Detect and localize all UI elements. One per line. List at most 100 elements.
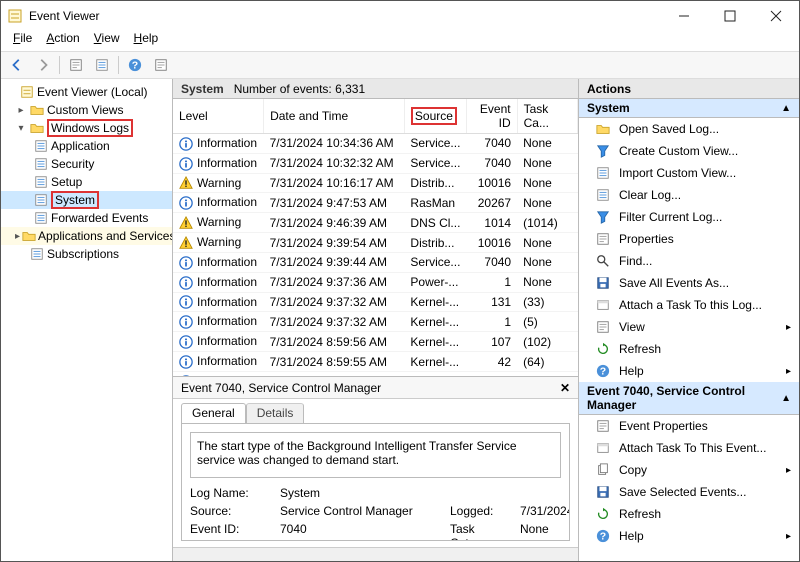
maximize-button[interactable] — [707, 1, 753, 31]
tree-custom-views[interactable]: ▸Custom Views — [1, 101, 172, 119]
action-open[interactable]: Open Saved Log... — [579, 118, 799, 140]
close-button[interactable] — [753, 1, 799, 31]
action-label: Open Saved Log... — [619, 122, 719, 136]
action-task[interactable]: Attach Task To This Event... — [579, 437, 799, 459]
table-row[interactable]: Information7/31/2024 8:59:55 AMKernel-..… — [173, 352, 578, 372]
action-clear[interactable]: Clear Log... — [579, 184, 799, 206]
content-area: Event Viewer (Local) ▸Custom Views ▾Wind… — [1, 79, 799, 561]
info-icon — [179, 256, 193, 270]
tree-forwarded[interactable]: Forwarded Events — [1, 209, 172, 227]
event-viewer-window: Event Viewer File Action View Help Event… — [0, 0, 800, 562]
open-icon — [595, 121, 611, 137]
actions-header: Actions — [579, 79, 799, 99]
middle-pane: System Number of events: 6,331 Level Dat… — [173, 79, 579, 561]
menu-file[interactable]: File — [7, 31, 38, 51]
nav-forward-icon[interactable] — [33, 55, 53, 75]
action-import[interactable]: Import Custom View... — [579, 162, 799, 184]
tree-apps-services[interactable]: ▸Applications and Services Logs — [1, 227, 172, 245]
eventid-value: 7040 — [280, 522, 450, 541]
table-row[interactable]: Information7/31/2024 10:32:32 AMService.… — [173, 153, 578, 173]
table-row[interactable]: Warning7/31/2024 9:46:39 AMDNS Cl...1014… — [173, 213, 578, 233]
action-props[interactable]: Event Properties — [579, 415, 799, 437]
table-row[interactable]: Information7/31/2024 9:39:44 AMService..… — [173, 252, 578, 272]
action-filter[interactable]: Filter Current Log... — [579, 206, 799, 228]
action-help[interactable]: Help▸ — [579, 360, 799, 382]
info-icon — [179, 196, 193, 210]
action-help[interactable]: Help▸ — [579, 525, 799, 547]
table-row[interactable]: Information7/31/2024 9:37:32 AMKernel-..… — [173, 292, 578, 312]
action-find[interactable]: Find... — [579, 250, 799, 272]
action-create[interactable]: Create Custom View... — [579, 140, 799, 162]
action-label: Help — [619, 364, 644, 378]
logname-label: Log Name: — [190, 486, 280, 500]
action-refresh[interactable]: Refresh — [579, 338, 799, 360]
save-icon — [595, 275, 611, 291]
menu-action[interactable]: Action — [40, 31, 85, 51]
table-row[interactable]: Warning7/31/2024 9:39:54 AMDistrib...100… — [173, 233, 578, 253]
toolbar-props-icon[interactable] — [151, 55, 171, 75]
tree-pane: Event Viewer (Local) ▸Custom Views ▾Wind… — [1, 79, 173, 561]
actions-section-system[interactable]: System▲ — [579, 99, 799, 118]
action-label: Save All Events As... — [619, 276, 729, 290]
tab-general[interactable]: General — [181, 403, 246, 423]
log-name-heading: System — [181, 82, 224, 96]
tree-root[interactable]: Event Viewer (Local) — [1, 83, 172, 101]
action-label: Find... — [619, 254, 652, 268]
action-label: Filter Current Log... — [619, 210, 722, 224]
col-level[interactable]: Level — [173, 99, 264, 134]
tree-label: Custom Views — [47, 103, 123, 117]
tree-windows-logs[interactable]: ▾Windows Logs — [1, 119, 172, 137]
actions-section-event[interactable]: Event 7040, Service Control Manager▲ — [579, 382, 799, 415]
table-row[interactable]: Warning7/31/2024 10:16:17 AMDistrib...10… — [173, 173, 578, 193]
col-task-category[interactable]: Task Ca... — [517, 99, 577, 134]
table-row[interactable]: Information7/31/2024 10:34:36 AMService.… — [173, 134, 578, 154]
action-label: Help — [619, 529, 644, 543]
toolbar-list-icon[interactable] — [92, 55, 112, 75]
action-refresh[interactable]: Refresh — [579, 503, 799, 525]
logged-value: 7/31/2024 — [520, 504, 570, 518]
window-title: Event Viewer — [29, 9, 661, 23]
minimize-button[interactable] — [661, 1, 707, 31]
tree-label-highlighted: System — [51, 191, 99, 209]
action-label: Refresh — [619, 507, 661, 521]
action-copy[interactable]: Copy▸ — [579, 459, 799, 481]
table-row[interactable]: Information7/31/2024 9:37:32 AMKernel-..… — [173, 312, 578, 332]
menu-help[interactable]: Help — [128, 31, 165, 51]
tree-label: Subscriptions — [47, 247, 119, 261]
logged-label: Logged: — [450, 504, 520, 518]
warn-icon — [179, 176, 193, 190]
table-row[interactable]: Information7/31/2024 9:37:36 AMPower-...… — [173, 272, 578, 292]
info-icon — [179, 276, 193, 290]
action-props[interactable]: Properties — [579, 228, 799, 250]
info-icon — [179, 137, 193, 151]
action-save[interactable]: Save All Events As... — [579, 272, 799, 294]
nav-back-icon[interactable] — [7, 55, 27, 75]
menu-view[interactable]: View — [88, 31, 126, 51]
col-source[interactable]: Source — [404, 99, 466, 134]
tree-subscriptions[interactable]: Subscriptions — [1, 245, 172, 263]
horizontal-scrollbar[interactable] — [173, 547, 578, 561]
action-save[interactable]: Save Selected Events... — [579, 481, 799, 503]
detail-close-icon[interactable]: ✕ — [560, 381, 570, 395]
col-datetime[interactable]: Date and Time — [264, 99, 405, 134]
action-label: Refresh — [619, 342, 661, 356]
action-label: Attach a Task To this Log... — [619, 298, 762, 312]
tab-details[interactable]: Details — [246, 403, 305, 423]
source-value: Service Control Manager — [280, 504, 450, 518]
action-task[interactable]: Attach a Task To this Log... — [579, 294, 799, 316]
props-icon — [595, 231, 611, 247]
table-row[interactable]: Information7/31/2024 8:59:56 AMKernel-..… — [173, 332, 578, 352]
col-event-id[interactable]: Event ID — [467, 99, 517, 134]
action-view[interactable]: View▸ — [579, 316, 799, 338]
table-row[interactable]: Information7/31/2024 9:47:53 AMRasMan202… — [173, 193, 578, 213]
tree-application[interactable]: Application — [1, 137, 172, 155]
toolbar-explorer-icon[interactable] — [66, 55, 86, 75]
tree-security[interactable]: Security — [1, 155, 172, 173]
event-table[interactable]: Level Date and Time Source Event ID Task… — [173, 99, 578, 377]
detail-body: The start type of the Background Intelli… — [181, 423, 570, 541]
tree-label: Forwarded Events — [51, 211, 148, 225]
tree-system[interactable]: System — [1, 191, 172, 209]
toolbar-help-icon[interactable] — [125, 55, 145, 75]
actions-pane: Actions System▲ Open Saved Log... Create … — [579, 79, 799, 561]
tree-setup[interactable]: Setup — [1, 173, 172, 191]
